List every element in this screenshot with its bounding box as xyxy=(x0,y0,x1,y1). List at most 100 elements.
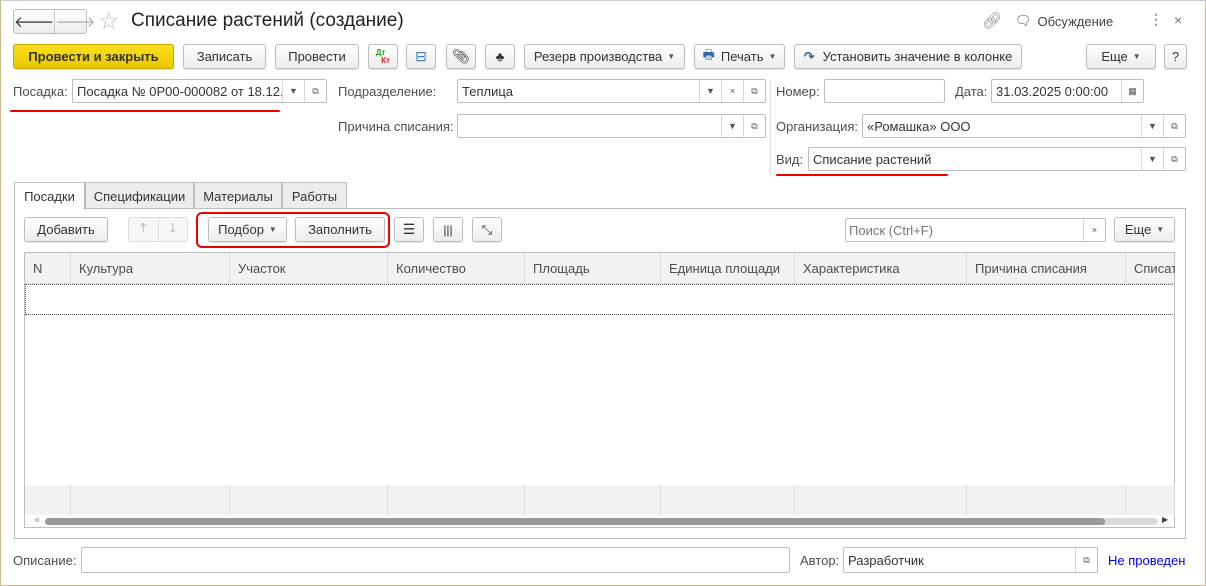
org-field[interactable]: «Ромашка» ООО ▼ ⧉ xyxy=(862,114,1186,138)
author-field[interactable]: Разработчик ⧉ xyxy=(843,547,1098,573)
open-icon[interactable]: ⧉ xyxy=(304,80,326,102)
favorite-star-icon[interactable]: ☆ xyxy=(98,7,120,36)
table-row-selected[interactable] xyxy=(25,284,1174,315)
dropdown-icon[interactable]: ▼ xyxy=(721,115,743,137)
open-icon[interactable]: ⧉ xyxy=(1163,115,1185,137)
tab-specifications[interactable]: Спецификации xyxy=(85,182,194,209)
more-button[interactable]: Еще ▼ xyxy=(1086,44,1156,69)
nav-buttons: 🡐 🡒 xyxy=(13,9,95,34)
kt-label: Кт xyxy=(381,55,390,65)
save-label: Записать xyxy=(196,49,253,64)
division-field[interactable]: Теплица ▼ × ⧉ xyxy=(457,79,766,103)
help-button[interactable]: ? xyxy=(1164,44,1187,69)
open-icon[interactable]: ⧉ xyxy=(1075,548,1097,572)
footer-cell xyxy=(661,485,795,515)
print-button[interactable]: 🖶 Печать ▼ xyxy=(694,44,785,69)
set-value-label: Установить значение в колонке xyxy=(822,49,1013,64)
posadka-value: Посадка № 0Р00-000082 от 18.12. xyxy=(77,83,282,99)
column-header[interactable]: Характеристика xyxy=(795,253,967,283)
calendar-icon[interactable]: ▦ xyxy=(1121,80,1143,102)
scroll-right-icon[interactable]: ▶ xyxy=(1162,515,1168,524)
clear-icon[interactable]: × xyxy=(721,80,743,102)
open-icon[interactable]: ⧉ xyxy=(1163,148,1185,170)
expand-button[interactable]: ⤡ xyxy=(472,217,502,242)
attach-button[interactable]: 📎︎ xyxy=(446,44,476,69)
column-header[interactable]: Списат xyxy=(1126,253,1175,283)
search-field[interactable]: × xyxy=(845,218,1106,242)
list-settings-icon: ☰ xyxy=(402,221,416,237)
tab-materials[interactable]: Материалы xyxy=(194,182,282,209)
back-button[interactable]: 🡐 xyxy=(14,10,56,33)
post-button[interactable]: Провести xyxy=(275,44,359,69)
description-label: Описание: xyxy=(13,553,77,568)
barcode-icon: ||| xyxy=(443,222,453,237)
column-header[interactable]: Единица площади xyxy=(661,253,795,283)
tab-works[interactable]: Работы xyxy=(282,182,347,209)
open-icon[interactable]: ⧉ xyxy=(743,115,765,137)
open-icon[interactable]: ⧉ xyxy=(743,80,765,102)
table-more-button[interactable]: Еще ▼ xyxy=(1114,217,1175,242)
scrollbar-thumb[interactable] xyxy=(45,518,1105,525)
settings-list-button[interactable]: ☰ xyxy=(394,217,424,242)
move-down-icon[interactable]: 🡓 xyxy=(159,218,188,241)
fill-button[interactable]: Заполнить xyxy=(295,217,385,242)
chevron-down-icon: ▼ xyxy=(1156,225,1165,234)
pick-button[interactable]: Подбор ▼ xyxy=(208,217,287,242)
division-label: Подразделение: xyxy=(338,84,437,99)
post-label: Провести xyxy=(288,49,346,64)
description-field[interactable] xyxy=(81,547,790,573)
link-icon[interactable]: 🔗︎ xyxy=(982,11,1002,31)
horizontal-scrollbar[interactable]: ◀ ▶ xyxy=(25,515,1174,527)
kind-field[interactable]: Списание растений ▼ ⧉ xyxy=(808,147,1186,171)
date-label: Дата: xyxy=(955,84,988,99)
chevron-down-icon: ▼ xyxy=(268,225,277,234)
related-button[interactable]: ♣ xyxy=(485,44,515,69)
reserve-production-button[interactable]: Резерв производства ▼ xyxy=(524,44,685,69)
column-header[interactable]: Участок xyxy=(230,253,388,283)
add-button[interactable]: Добавить xyxy=(24,217,108,242)
post-status-link[interactable]: Не проведен xyxy=(1108,553,1185,568)
dropdown-icon[interactable]: ▼ xyxy=(1141,115,1163,137)
discussion-button[interactable]: 🗨︎ Обсуждение xyxy=(1015,13,1113,29)
tab-label: Работы xyxy=(291,188,338,204)
org-label: Организация: xyxy=(776,119,859,134)
footer-cell xyxy=(525,485,661,515)
close-icon[interactable]: × xyxy=(1174,12,1182,28)
dropdown-icon[interactable]: ▼ xyxy=(1141,148,1163,170)
column-header[interactable]: Культура xyxy=(71,253,230,283)
print-label: Печать xyxy=(720,49,764,64)
search-input[interactable] xyxy=(846,222,1083,238)
footer-cell xyxy=(230,485,388,515)
more-vertical-icon[interactable]: ⋮ xyxy=(1149,11,1163,28)
number-field[interactable] xyxy=(824,79,945,103)
posadka-field[interactable]: Посадка № 0Р00-000082 от 18.12. ▼ ⧉ xyxy=(72,79,327,103)
tab-posadki[interactable]: Посадки xyxy=(14,182,85,210)
scroll-left-icon[interactable]: ◀ xyxy=(33,515,39,524)
forward-button[interactable]: 🡒 xyxy=(55,10,95,33)
dropdown-icon[interactable]: ▼ xyxy=(699,80,721,102)
post-and-close-button[interactable]: Провести и закрыть xyxy=(13,44,174,69)
dropdown-icon[interactable]: ▼ xyxy=(282,80,304,102)
move-up-icon[interactable]: 🡑 xyxy=(129,218,159,241)
add-label: Добавить xyxy=(37,222,95,237)
reserve-label: Резерв производства xyxy=(533,49,663,64)
chevron-down-icon: ▼ xyxy=(667,52,676,61)
author-label: Автор: xyxy=(800,553,840,568)
column-header[interactable]: Площадь xyxy=(525,253,661,283)
barcode-search-button[interactable]: ||| xyxy=(433,217,463,242)
dt-kt-button[interactable]: Дт Кт xyxy=(368,44,398,69)
column-header[interactable]: Количество xyxy=(388,253,525,283)
footer-cell xyxy=(1126,485,1175,515)
reason-field[interactable]: ▼ ⧉ xyxy=(457,114,766,138)
date-field[interactable]: 31.03.2025 0:00:00 ▦ xyxy=(991,79,1144,103)
tab-label: Посадки xyxy=(24,189,75,204)
clear-search-icon[interactable]: × xyxy=(1083,219,1105,241)
footer-cell xyxy=(388,485,525,515)
save-button[interactable]: Записать xyxy=(183,44,266,69)
column-header[interactable]: Причина списания xyxy=(967,253,1126,283)
structure-button[interactable]: ⊟ xyxy=(406,44,436,69)
column-header[interactable]: N xyxy=(25,253,71,283)
footer-cell xyxy=(71,485,230,515)
set-column-value-button[interactable]: ↷ Установить значение в колонке xyxy=(794,44,1022,69)
date-value: 31.03.2025 0:00:00 xyxy=(996,83,1109,99)
